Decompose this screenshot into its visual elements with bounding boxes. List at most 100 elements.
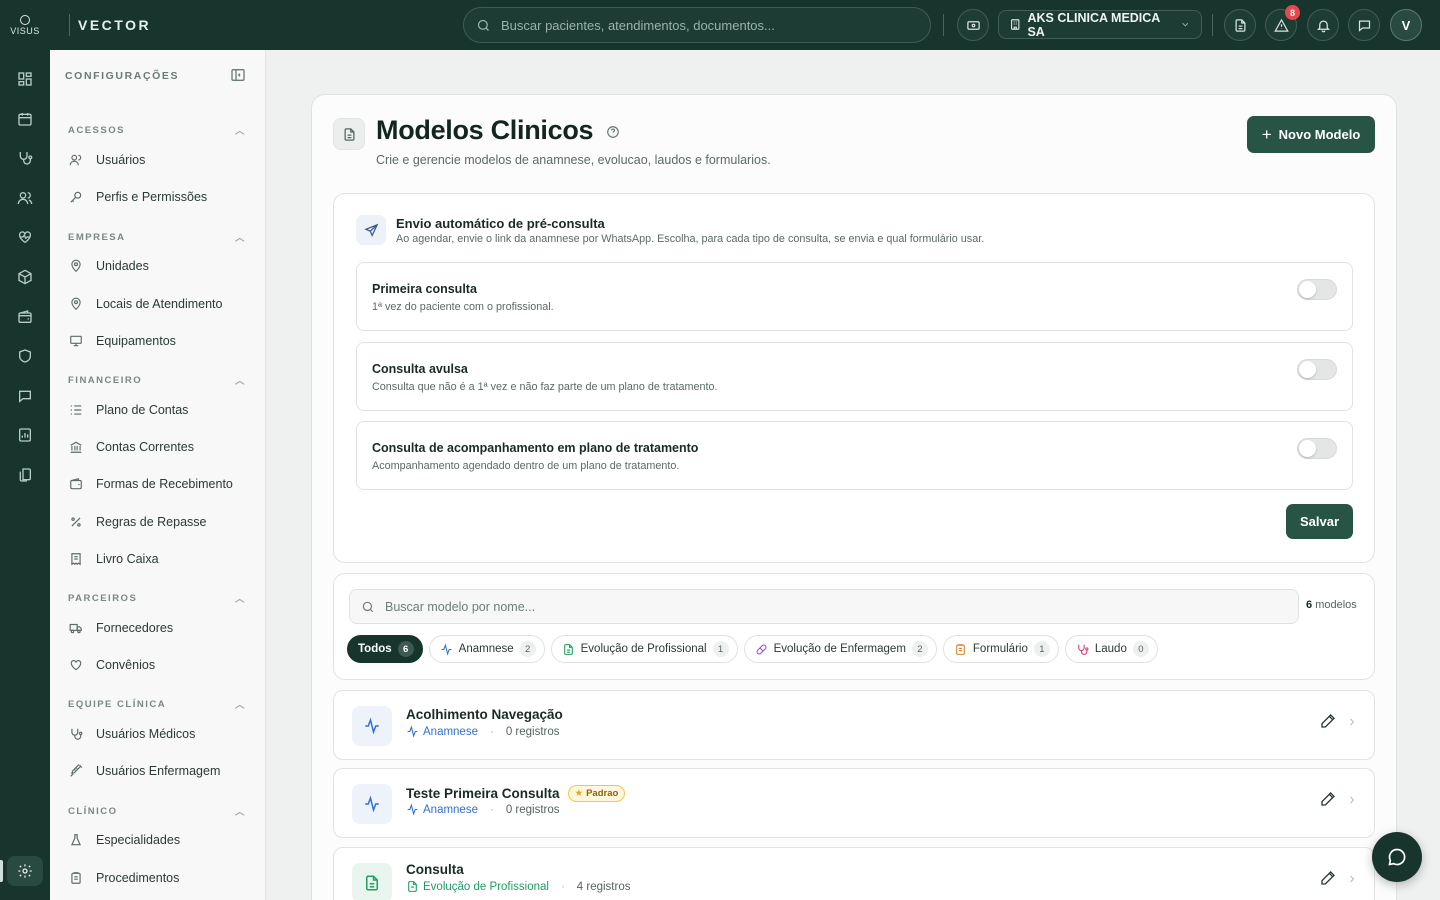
global-search-input[interactable]: Buscar pacientes, atendimentos, document… (463, 7, 931, 43)
section-clinico[interactable]: CLÍNICO ︿ (68, 804, 246, 819)
separator: · (560, 880, 565, 893)
filter-chip-formulario[interactable]: Formulário 1 (942, 635, 1059, 663)
stethoscope-icon[interactable] (13, 146, 37, 170)
sidebar-item-label: Livro Caixa (96, 552, 159, 566)
sidebar-item-especialidades[interactable]: Especialidades (68, 827, 248, 853)
users-icon[interactable] (13, 186, 37, 210)
sidebar-item-fornecedores[interactable]: Fornecedores (68, 615, 248, 641)
sidebar-item-regras-repasse[interactable]: Regras de Repasse (68, 509, 248, 535)
document-icon (333, 118, 365, 150)
list-icon (68, 402, 84, 418)
model-row[interactable]: Teste Primeira Consulta ★ Padrao Anamnese… (333, 768, 1375, 838)
new-model-button[interactable]: + Novo Modelo (1247, 116, 1375, 153)
sidebar-item-label: Usuários Médicos (96, 727, 196, 741)
chat-icon[interactable] (13, 384, 37, 408)
clinic-selector[interactable]: AKS CLINICA MEDICA SA (998, 10, 1202, 39)
user-avatar[interactable]: V (1390, 9, 1422, 41)
chip-label: Evolução de Enfermagem (773, 643, 906, 655)
package-icon[interactable] (13, 265, 37, 289)
file-text-icon (563, 643, 573, 655)
pencil-icon[interactable] (1320, 870, 1336, 891)
wallet-icon[interactable] (13, 305, 37, 329)
model-meta: Anamnese · 0 registros (406, 803, 560, 816)
settings-icon[interactable] (13, 859, 37, 883)
sidebar-item-usuarios-enfermagem[interactable]: Usuários Enfermagem (68, 758, 248, 784)
receipt-icon (68, 551, 84, 567)
sidebar-item-contas-correntes[interactable]: Contas Correntes (68, 434, 248, 460)
page-subtitle: Crie e gerencie modelos de anamnese, evo… (376, 153, 771, 167)
sidebar-item-usuarios[interactable]: Usuários (68, 147, 248, 173)
shield-icon[interactable] (13, 344, 37, 368)
settings-sidebar: CONFIGURAÇÕES ACESSOS ︿ Usuários Perfis e… (50, 50, 266, 900)
pencil-icon[interactable] (1320, 791, 1336, 812)
sidebar-item-locais[interactable]: Locais de Atendimento (68, 291, 248, 317)
option-acompanhamento: Consulta de acompanhamento em plano de t… (356, 421, 1353, 490)
sidebar-item-plano-contas[interactable]: Plano de Contas (68, 397, 248, 423)
section-empresa[interactable]: EMPRESA ︿ (68, 230, 246, 245)
activity-icon (407, 725, 418, 738)
calendar-icon[interactable] (13, 107, 37, 131)
model-type: Evolução de Profissional (423, 880, 549, 893)
filter-chip-evolucao-profissional[interactable]: Evolução de Profissional 1 (550, 635, 738, 663)
ticket-icon-button[interactable] (957, 9, 989, 41)
model-row[interactable]: Consulta Evolução de Profissional · 4 re… (333, 847, 1375, 900)
chevron-right-icon[interactable] (1346, 715, 1358, 733)
section-parceiros[interactable]: PARCEIROS ︿ (68, 591, 246, 606)
sidebar-item-convenios[interactable]: Convênios (68, 652, 248, 678)
collapse-sidebar-icon[interactable] (230, 67, 246, 83)
documents-icon[interactable] (13, 463, 37, 487)
filter-chip-laudo[interactable]: Laudo 0 (1064, 635, 1158, 663)
chevron-right-icon[interactable] (1346, 872, 1358, 890)
dashboard-icon[interactable] (13, 67, 37, 91)
save-button[interactable]: Salvar (1286, 504, 1353, 539)
pencil-icon[interactable] (1320, 713, 1336, 734)
sidebar-item-equipamentos[interactable]: Equipamentos (68, 328, 248, 354)
toggle-switch[interactable] (1297, 359, 1337, 380)
messages-button[interactable] (1348, 9, 1380, 41)
sidebar-item-usuarios-medicos[interactable]: Usuários Médicos (68, 721, 248, 747)
chevron-up-icon: ︿ (234, 233, 246, 244)
sidebar-item-perfis[interactable]: Perfis e Permissões (68, 184, 248, 210)
preconsulta-card: Envio automático de pré-consulta Ao agen… (333, 193, 1375, 563)
toggle-switch[interactable] (1297, 279, 1337, 300)
model-search-input[interactable]: Buscar modelo por nome... (349, 589, 1299, 624)
sidebar-item-label: Convênios (96, 658, 156, 672)
sidebar-item-label: Regras de Repasse (96, 515, 207, 529)
sidebar-item-label: Equipamentos (96, 334, 176, 348)
chip-label: Evolução de Profissional (580, 643, 707, 655)
alerts-button[interactable]: 8 (1265, 5, 1300, 41)
plus-icon: + (1261, 125, 1272, 144)
sidebar-item-label: Unidades (96, 259, 149, 273)
syringe-icon (68, 763, 84, 779)
toggle-switch[interactable] (1297, 438, 1337, 459)
sidebar-item-procedimentos[interactable]: Procedimentos (68, 865, 248, 891)
sidebar-item-unidades[interactable]: Unidades (68, 253, 248, 279)
heart-pulse-icon[interactable] (13, 225, 37, 249)
filter-chip-anamnese[interactable]: Anamnese 2 (428, 635, 545, 663)
clipboard-icon (68, 870, 84, 886)
section-financeiro[interactable]: FINANCEIRO ︿ (68, 373, 246, 388)
filter-chip-evolucao-enfermagem[interactable]: Evolução de Enfermagem 2 (743, 635, 937, 663)
section-acessos[interactable]: ACESSOS ︿ (68, 123, 246, 138)
chat-fab-button[interactable] (1372, 832, 1422, 882)
sidebar-item-label: Fornecedores (96, 621, 174, 635)
section-equipe-clinica[interactable]: EQUIPE CLÍNICA ︿ (68, 697, 246, 712)
visus-logo: VISUS (0, 0, 50, 50)
chevron-right-icon[interactable] (1346, 793, 1358, 811)
main-nav-rail (0, 50, 50, 900)
send-icon (356, 215, 386, 245)
sidebar-item-livro-caixa[interactable]: Livro Caixa (68, 546, 248, 572)
chevron-up-icon: ︿ (234, 807, 246, 818)
chip-label: Laudo (1094, 643, 1127, 655)
chevron-up-icon: ︿ (234, 126, 246, 137)
report-icon[interactable] (13, 423, 37, 447)
notifications-button[interactable] (1307, 9, 1339, 41)
model-row[interactable]: Acolhimento Navegação Anamnese · 0 regis… (333, 690, 1375, 760)
help-icon[interactable] (606, 125, 620, 144)
documents-button[interactable] (1224, 9, 1256, 41)
filter-chip-todos[interactable]: Todos 6 (347, 635, 423, 663)
sidebar-item-formas-recebimento[interactable]: Formas de Recebimento (68, 471, 248, 497)
alerts-count-badge: 8 (1285, 5, 1300, 20)
brand[interactable]: VISUS VECTOR (0, 0, 265, 50)
monitor-icon (68, 333, 84, 349)
